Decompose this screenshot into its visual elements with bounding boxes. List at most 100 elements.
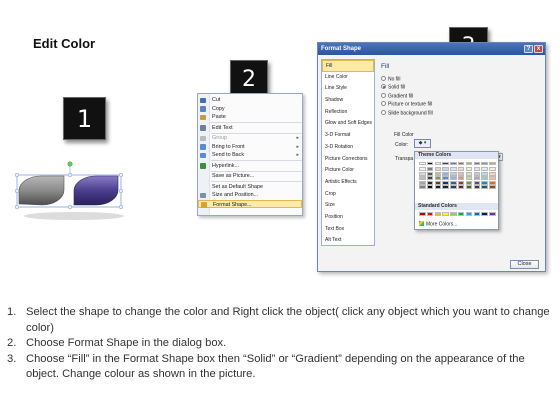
theme-color-swatch[interactable] <box>419 171 426 176</box>
theme-color-swatch[interactable] <box>457 180 465 185</box>
menu-item-group[interactable]: Group ▸ <box>198 134 302 143</box>
menu-item-set-as-default-shape[interactable]: Set as Default Shape <box>198 183 302 192</box>
theme-color-swatch[interactable] <box>473 167 481 172</box>
theme-color-swatch[interactable] <box>426 180 434 185</box>
nav-item-size[interactable]: Size <box>322 200 374 212</box>
close-button[interactable]: Close <box>510 260 539 269</box>
radio-slide-background-fill[interactable]: Slide background fill <box>381 109 433 117</box>
theme-color-swatch[interactable] <box>450 167 457 172</box>
nav-item-shadow[interactable]: Shadow <box>322 95 374 107</box>
theme-color-swatch[interactable] <box>465 176 473 181</box>
theme-color-swatch[interactable] <box>442 161 449 166</box>
theme-color-swatch[interactable] <box>473 161 481 166</box>
nav-item-fill[interactable]: Fill <box>322 60 374 72</box>
theme-color-swatch[interactable] <box>419 185 426 190</box>
radio-gradient-fill[interactable]: Gradient fill <box>381 92 413 100</box>
rotate-handle[interactable] <box>67 161 73 167</box>
theme-color-swatch[interactable] <box>426 167 434 172</box>
theme-color-swatch[interactable] <box>489 167 496 172</box>
menu-item-copy[interactable]: Copy <box>198 105 302 114</box>
theme-color-swatch[interactable] <box>426 185 434 190</box>
help-button[interactable]: ? <box>524 44 533 53</box>
theme-color-swatch[interactable] <box>450 171 457 176</box>
menu-item-paste[interactable]: Paste <box>198 113 302 122</box>
theme-color-swatch[interactable] <box>442 176 449 181</box>
teardrop-shapes[interactable] <box>14 160 134 225</box>
standard-color-swatch[interactable] <box>434 212 442 216</box>
menu-item-edit-text[interactable]: Edit Text <box>198 124 302 133</box>
nav-item-alt-text[interactable]: Alt Text <box>322 235 374 247</box>
standard-color-swatch[interactable] <box>457 212 465 216</box>
theme-color-swatch[interactable] <box>489 185 496 190</box>
standard-color-swatch[interactable] <box>426 212 434 216</box>
standard-color-swatch[interactable] <box>473 212 481 216</box>
theme-color-swatch[interactable] <box>481 171 488 176</box>
theme-color-swatch[interactable] <box>434 180 442 185</box>
nav-item-glow-and-soft-edges[interactable]: Glow and Soft Edges <box>322 118 374 130</box>
close-x-button[interactable]: x <box>534 44 543 53</box>
nav-item-picture-corrections[interactable]: Picture Corrections <box>322 154 374 166</box>
nav-item-position[interactable]: Position <box>322 212 374 224</box>
theme-color-swatch[interactable] <box>434 171 442 176</box>
theme-color-swatch[interactable] <box>419 180 426 185</box>
theme-color-swatch[interactable] <box>450 180 457 185</box>
theme-color-swatch[interactable] <box>473 176 481 181</box>
nav-item-line-style[interactable]: Line Style <box>322 83 374 95</box>
theme-color-swatch[interactable] <box>442 180 449 185</box>
theme-color-swatch[interactable] <box>465 161 473 166</box>
theme-color-swatch[interactable] <box>457 176 465 181</box>
theme-color-swatch[interactable] <box>457 161 465 166</box>
nav-item-3-d-rotation[interactable]: 3-D Rotation <box>322 142 374 154</box>
menu-item-size-and-position[interactable]: Size and Position... <box>198 191 302 200</box>
theme-color-swatch[interactable] <box>473 171 481 176</box>
menu-item-send-to-back[interactable]: Send to Back ▸ <box>198 151 302 160</box>
nav-item-artistic-effects[interactable]: Artistic Effects <box>322 177 374 189</box>
nav-item-3-d-format[interactable]: 3-D Format <box>322 130 374 142</box>
more-colors-option[interactable]: More Colors... <box>419 221 457 228</box>
theme-color-swatch[interactable] <box>426 161 434 166</box>
standard-color-swatch[interactable] <box>450 212 457 216</box>
standard-color-swatch[interactable] <box>481 212 488 216</box>
theme-color-swatch[interactable] <box>457 185 465 190</box>
standard-color-swatch[interactable] <box>489 212 496 216</box>
theme-color-swatch[interactable] <box>481 176 488 181</box>
theme-color-swatch[interactable] <box>434 185 442 190</box>
theme-color-swatch[interactable] <box>489 176 496 181</box>
purple-teardrop-shape[interactable] <box>73 175 119 206</box>
theme-color-swatch[interactable] <box>442 185 449 190</box>
theme-color-swatch[interactable] <box>419 167 426 172</box>
menu-item-save-as-picture[interactable]: Save as Picture... <box>198 172 302 181</box>
theme-color-swatch[interactable] <box>457 171 465 176</box>
theme-color-swatch[interactable] <box>489 161 496 166</box>
standard-color-swatch[interactable] <box>442 212 449 216</box>
fill-color-dropdown[interactable]: ◆ ▾ <box>414 139 431 148</box>
nav-item-line-color[interactable]: Line Color <box>322 72 374 84</box>
dialog-title-bar[interactable]: Format Shape ? x <box>318 43 545 55</box>
theme-color-swatch[interactable] <box>465 171 473 176</box>
theme-color-swatch[interactable] <box>481 185 488 190</box>
nav-item-text-box[interactable]: Text Box <box>322 224 374 236</box>
theme-color-swatch[interactable] <box>434 167 442 172</box>
theme-color-swatch[interactable] <box>457 167 465 172</box>
theme-color-swatch[interactable] <box>442 167 449 172</box>
theme-color-swatch[interactable] <box>434 161 442 166</box>
theme-color-swatch[interactable] <box>481 167 488 172</box>
theme-color-swatch[interactable] <box>481 180 488 185</box>
theme-color-swatch[interactable] <box>465 167 473 172</box>
menu-item-hyperlink[interactable]: Hyperlink... <box>198 162 302 171</box>
theme-color-swatch[interactable] <box>489 171 496 176</box>
gray-teardrop-shape[interactable] <box>18 175 65 206</box>
theme-color-swatch[interactable] <box>473 185 481 190</box>
theme-color-swatch[interactable] <box>489 180 496 185</box>
theme-color-swatch[interactable] <box>419 176 426 181</box>
menu-item-cut[interactable]: Cut <box>198 96 302 105</box>
menu-item-bring-to-front[interactable]: Bring to Front ▸ <box>198 143 302 152</box>
standard-color-swatch[interactable] <box>465 212 473 216</box>
radio-no-fill[interactable]: No fill <box>381 76 401 83</box>
theme-color-swatch[interactable] <box>465 185 473 190</box>
theme-color-swatch[interactable] <box>426 171 434 176</box>
theme-color-swatch[interactable] <box>473 180 481 185</box>
radio-picture-or-texture-fill[interactable]: Picture or texture fill <box>381 101 432 108</box>
theme-color-swatch[interactable] <box>481 161 488 166</box>
theme-color-swatch[interactable] <box>419 161 426 166</box>
